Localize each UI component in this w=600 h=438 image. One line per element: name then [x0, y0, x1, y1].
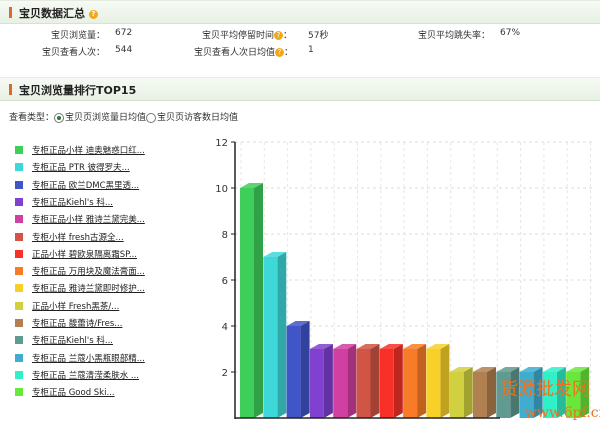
bar-chart: 2 4 6 8 10 12 [215, 138, 595, 419]
watermark-text: 货源批发网 [500, 379, 590, 400]
bar[interactable] [286, 326, 301, 418]
bar[interactable] [379, 349, 394, 418]
bar-side [277, 252, 287, 418]
bar-side [323, 344, 333, 418]
y-tick-label: 6 [222, 276, 228, 287]
y-tick-label: 2 [222, 368, 228, 379]
bar-side [487, 367, 496, 418]
bar[interactable] [426, 349, 441, 418]
watermark-url: www.6pf.cn [525, 405, 600, 421]
y-tick-label: 12 [215, 138, 228, 149]
bar[interactable] [333, 349, 348, 418]
bar-side [393, 344, 403, 418]
bar[interactable] [263, 257, 278, 418]
bar[interactable] [240, 188, 254, 418]
bar[interactable] [473, 372, 487, 418]
bar-side [370, 344, 380, 418]
bar[interactable] [356, 349, 371, 418]
y-tick-label: 10 [215, 184, 228, 195]
bar[interactable] [403, 349, 418, 418]
bar[interactable] [449, 372, 464, 418]
bar-side [347, 344, 357, 418]
bar-side [300, 321, 310, 418]
bar-side [440, 344, 450, 418]
bar-side [463, 367, 473, 418]
bar-side [417, 344, 427, 418]
y-tick-label: 8 [222, 230, 228, 241]
bar[interactable] [309, 349, 324, 418]
y-tick-label: 4 [222, 322, 228, 333]
bar-side [254, 183, 263, 418]
